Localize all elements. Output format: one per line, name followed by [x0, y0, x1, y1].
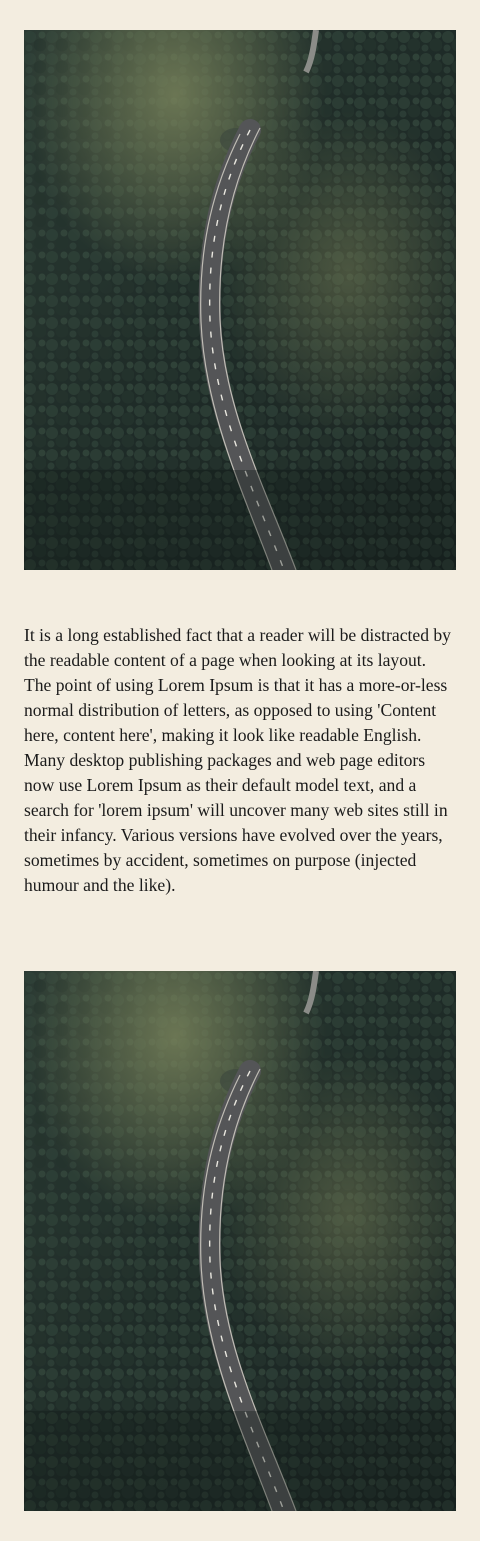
forest-road-photo-bottom: [24, 971, 456, 1511]
body-paragraph: It is a long established fact that a rea…: [24, 625, 451, 895]
forest-road-photo-top: [24, 30, 456, 570]
